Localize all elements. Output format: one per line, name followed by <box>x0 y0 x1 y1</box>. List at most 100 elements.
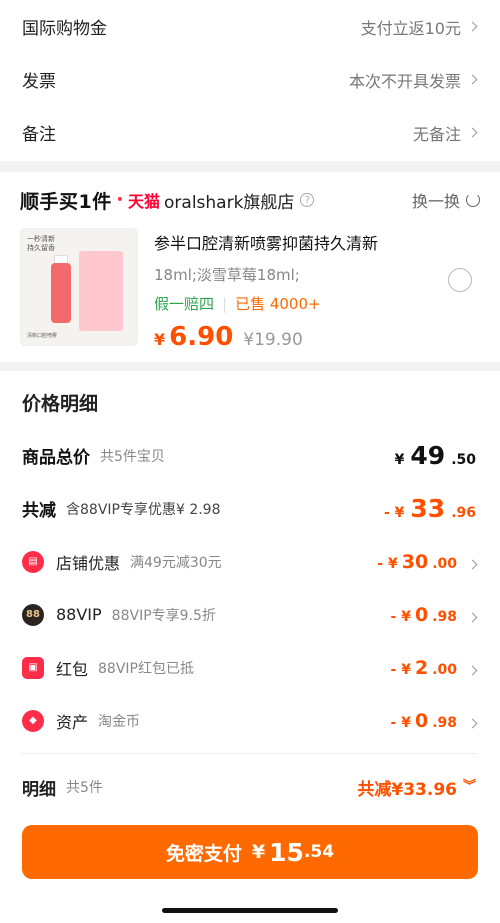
swap-button[interactable]: 换一换 <box>412 188 480 212</box>
double-chevron-down-icon: ︾ <box>462 779 476 794</box>
summary-total: 共减¥33.96 <box>357 779 457 800</box>
bottle-shape <box>51 263 71 323</box>
amount-int: 0 <box>414 709 429 732</box>
amount-prefix: - ¥ <box>390 608 411 625</box>
price-value: 6.90 <box>169 322 234 352</box>
addon-product[interactable]: 一秒清新 持久留香 清新口腔喷雾 参半口腔清新喷雾抑菌持久清新 18ml;淡雪草莓… <box>0 228 500 352</box>
store-discount-row[interactable]: ▤ 店铺优惠 满49元减30元 - ¥ 30.00 <box>0 535 500 588</box>
discount-label: 红包 <box>56 659 89 679</box>
product-info: 参半口腔清新喷雾抑菌持久清新 18ml;淡雪草莓18ml; 假一赔四 | 已售 … <box>154 228 480 352</box>
chevron-right-icon <box>467 612 478 622</box>
amount-prefix: - ¥ <box>383 505 405 521</box>
amount-int: 33 <box>410 494 446 523</box>
discount-label: 88VIP <box>56 605 102 624</box>
chevron-right-icon <box>467 718 478 728</box>
row-label: 发票 <box>22 72 56 92</box>
amount-dec: .98 <box>432 608 457 625</box>
amount-dec: .98 <box>432 714 457 731</box>
dot-separator: • <box>115 192 124 208</box>
amount-dec: .96 <box>451 505 476 521</box>
shop-name[interactable]: oralshark旗舰店 <box>164 188 294 213</box>
discount-sub: 淘金币 <box>98 713 141 730</box>
shunshou-logo: 顺手买1件 <box>20 190 112 213</box>
guarantee-tag: 假一赔四 <box>154 295 215 313</box>
thumb-strip: 清新口腔喷雾 <box>27 333 58 339</box>
chevron-right-icon <box>467 665 478 675</box>
amount-int: 30 <box>401 550 429 573</box>
amount-prefix: - ¥ <box>390 661 411 678</box>
pay-amount-int: 15 <box>269 837 304 867</box>
amount-dec: .00 <box>432 555 457 572</box>
summary-label: 明细 <box>22 779 56 800</box>
chevron-right-icon <box>467 21 478 32</box>
amount-prefix: - ¥ <box>377 555 398 572</box>
row-value: 本次不开具发票 <box>348 71 461 91</box>
discount-label: 店铺优惠 <box>56 553 121 573</box>
tag-divider: | <box>222 294 228 313</box>
addon-product-card: 顺手买1件 • 天猫 oralshark旗舰店 ? 换一换 一秒清新 持久留香 清… <box>0 172 500 362</box>
pay-label: 免密支付 <box>165 842 242 865</box>
reduction-sub: 含88VIP专享优惠¥ 2.98 <box>66 501 221 518</box>
pay-amount-dec: .54 <box>303 842 335 862</box>
shopping-credit-row[interactable]: 国际购物金 支付立返10元 <box>0 0 500 53</box>
summary-reduction[interactable]: 共减¥33.96 ︾ <box>357 775 476 800</box>
discount-amount: - ¥ 2.00 <box>390 656 478 679</box>
store-icon: ▤ <box>22 550 44 573</box>
amount-int: 49 <box>410 441 446 470</box>
discount-amount: - ¥ 0.98 <box>390 603 478 626</box>
row-label: 国际购物金 <box>22 19 107 39</box>
home-indicator[interactable] <box>162 908 338 913</box>
amount-int: 2 <box>414 656 429 679</box>
chevron-right-icon <box>467 559 478 569</box>
refresh-icon <box>466 193 480 207</box>
vip-icon: 88 <box>22 603 44 626</box>
discount-amount: - ¥ 30.00 <box>377 550 478 573</box>
reduction-amount: - ¥ 33 .96 <box>384 494 476 523</box>
total-sub: 共5件宝贝 <box>100 448 165 465</box>
tmall-logo: 天猫 <box>128 192 161 211</box>
help-icon[interactable]: ? <box>300 193 315 207</box>
summary-row[interactable]: 明细 共5件 共减¥33.96 ︾ <box>0 754 500 820</box>
amount-dec: .00 <box>432 661 457 678</box>
remark-row[interactable]: 备注 无备注 <box>0 106 500 159</box>
thumb-text: 一秒清新 <box>27 235 55 243</box>
product-price: ¥ 6.90 ¥19.90 <box>154 322 480 352</box>
vip-discount-row[interactable]: 88 88VIP 88VIP专享9.5折 - ¥ 0.98 <box>0 588 500 641</box>
discount-sub: 满49元减30元 <box>130 554 222 571</box>
redpacket-icon: ▣ <box>22 656 44 679</box>
total-amount: ¥ 49 .50 <box>395 441 476 470</box>
row-label: 备注 <box>22 125 56 145</box>
amount-prefix: - ¥ <box>390 714 411 731</box>
package-box <box>79 251 123 331</box>
redpacket-row[interactable]: ▣ 红包 88VIP红包已抵 - ¥ 2.00 <box>0 641 500 694</box>
coin-icon: ◆ <box>22 709 44 732</box>
thumb-text: 持久留香 <box>27 244 55 252</box>
amount-dec: .50 <box>451 452 476 468</box>
pay-button[interactable]: 免密支付 ¥ 15.54 <box>22 825 478 879</box>
total-label: 商品总价 <box>22 448 90 468</box>
currency-symbol: ¥ <box>394 452 405 468</box>
original-price: ¥19.90 <box>243 330 303 350</box>
product-thumbnail[interactable]: 一秒清新 持久留香 清新口腔喷雾 <box>20 228 138 346</box>
order-options-card: 国际购物金 支付立返10元 发票 本次不开具发票 备注 无备注 <box>0 0 500 161</box>
product-title: 参半口腔清新喷雾抑菌持久清新 <box>154 234 379 253</box>
product-spec[interactable]: 18ml;淡雪草莓18ml; <box>154 264 480 285</box>
sold-count: 已售 4000+ <box>235 295 321 313</box>
addon-header: 顺手买1件 • 天猫 oralshark旗舰店 ? 换一换 <box>0 172 500 228</box>
product-tags: 假一赔四 | 已售 4000+ <box>154 293 480 314</box>
chevron-right-icon <box>467 127 478 138</box>
reduction-row: 共减 含88VIP专享优惠¥ 2.98 - ¥ 33 .96 <box>0 482 500 535</box>
pay-currency: ¥ <box>251 841 266 863</box>
row-value: 支付立返10元 <box>360 18 461 38</box>
discount-sub: 88VIP红包已抵 <box>98 660 194 677</box>
total-row: 商品总价 共5件宝贝 ¥ 49 .50 <box>0 429 500 482</box>
currency-symbol: ¥ <box>154 330 166 349</box>
amount-int: 0 <box>414 603 429 626</box>
reduction-label: 共减 <box>22 501 56 521</box>
asset-row[interactable]: ◆ 资产 淘金币 - ¥ 0.98 <box>0 694 500 747</box>
select-radio[interactable] <box>448 268 472 292</box>
chevron-right-icon <box>467 74 478 85</box>
price-detail-card: 价格明细 商品总价 共5件宝贝 ¥ 49 .50 共减 含88VIP专享优惠¥ 2… <box>0 371 500 923</box>
row-value: 无备注 <box>412 124 461 144</box>
invoice-row[interactable]: 发票 本次不开具发票 <box>0 53 500 106</box>
